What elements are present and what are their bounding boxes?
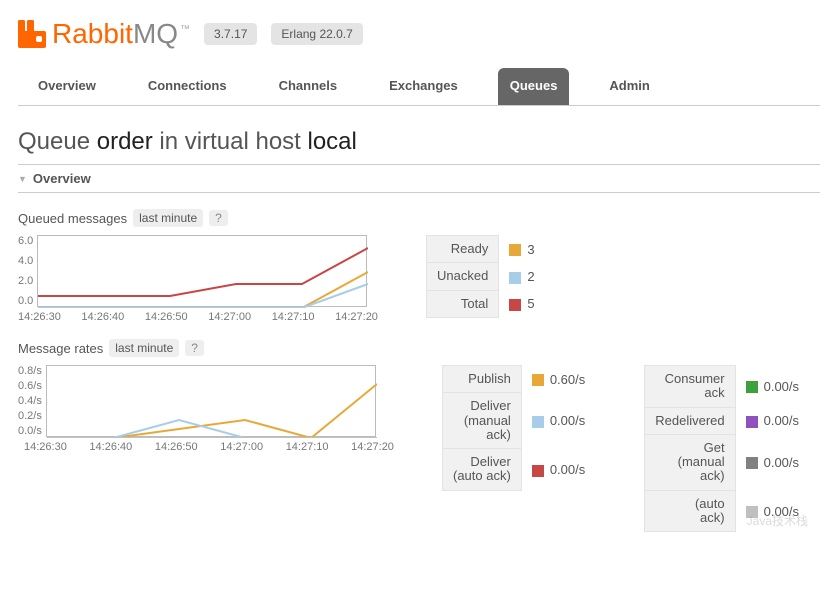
legend-get-manual-label: Get (manual ack) xyxy=(645,434,735,490)
legend-deliver-manual-label: Deliver (manual ack) xyxy=(443,393,522,449)
legend-total-value: 5 xyxy=(527,296,534,311)
section-overview-label: Overview xyxy=(33,171,91,186)
nav-tabs: Overview Connections Channels Exchanges … xyxy=(18,68,820,106)
chart-xaxis: 14:26:3014:26:4014:26:5014:27:0014:27:10… xyxy=(24,441,394,453)
queued-range[interactable]: last minute xyxy=(133,209,203,227)
legend-total-label: Total xyxy=(427,290,499,317)
legend-deliver-auto-label: Deliver (auto ack) xyxy=(443,449,522,491)
header: RabbitMQ™ 3.7.17 Erlang 22.0.7 xyxy=(18,18,820,50)
legend-unacked-value: 2 xyxy=(527,269,534,284)
page-title: Queue order in virtual host local xyxy=(18,128,820,156)
rates-legend-left: Publish 0.60/s Deliver (manual ack) 0.00… xyxy=(442,365,596,491)
chart-yaxis: 6.04.02.00.0 xyxy=(18,235,37,307)
chart-plot-area xyxy=(46,365,376,437)
swatch-publish xyxy=(532,374,544,386)
legend-get-auto-label: (auto ack) xyxy=(645,490,735,532)
legend-ready-value: 3 xyxy=(527,242,534,257)
title-queue-name: order xyxy=(97,128,153,155)
swatch-unacked xyxy=(509,272,521,284)
title-vhost: local xyxy=(308,128,357,155)
legend-get-manual-value: 0.00/s xyxy=(764,455,799,470)
legend-publish-label: Publish xyxy=(443,366,522,393)
swatch-consumer-ack xyxy=(746,381,758,393)
brand-text-a: Rabbit xyxy=(52,18,133,50)
rates-chart: 0.8/s0.6/s0.4/s0.2/s0.0/s xyxy=(18,365,394,437)
swatch-get-manual xyxy=(746,457,758,469)
swatch-get-auto xyxy=(746,506,758,518)
swatch-total xyxy=(509,299,521,311)
help-icon[interactable]: ? xyxy=(185,340,204,356)
title-mid: in virtual host xyxy=(153,128,308,155)
help-icon[interactable]: ? xyxy=(209,210,228,226)
legend-deliver-manual-value: 0.00/s xyxy=(550,413,585,428)
rates-range[interactable]: last minute xyxy=(109,339,179,357)
legend-ready-label: Ready xyxy=(427,236,499,263)
erlang-badge: Erlang 22.0.7 xyxy=(271,23,362,45)
legend-redelivered-value: 0.00/s xyxy=(764,413,799,428)
version-badge: 3.7.17 xyxy=(204,23,257,45)
swatch-redelivered xyxy=(746,416,758,428)
rates-title: Message rates xyxy=(18,341,103,356)
tab-channels[interactable]: Channels xyxy=(267,68,350,105)
swatch-deliver-auto xyxy=(532,465,544,477)
legend-publish-value: 0.60/s xyxy=(550,372,585,387)
rates-legend-right: Consumer ack 0.00/s Redelivered 0.00/s G… xyxy=(644,365,810,532)
legend-consumer-ack-label: Consumer ack xyxy=(645,366,735,408)
queued-legend: Ready 3 Unacked 2 Total 5 xyxy=(426,235,546,318)
tab-queues[interactable]: Queues xyxy=(498,68,570,105)
trademark: ™ xyxy=(180,24,190,35)
swatch-deliver-manual xyxy=(532,416,544,428)
legend-unacked-label: Unacked xyxy=(427,263,499,290)
queued-messages-header: Queued messages last minute ? xyxy=(18,209,820,227)
logo[interactable]: RabbitMQ™ xyxy=(18,18,190,50)
rabbitmq-icon xyxy=(18,20,46,48)
legend-get-auto-value: 0.00/s xyxy=(764,504,799,519)
title-pre: Queue xyxy=(18,128,97,155)
chart-yaxis: 0.8/s0.6/s0.4/s0.2/s0.0/s xyxy=(18,365,46,437)
tab-overview[interactable]: Overview xyxy=(26,68,108,105)
tab-connections[interactable]: Connections xyxy=(136,68,239,105)
legend-consumer-ack-value: 0.00/s xyxy=(764,379,799,394)
chart-plot-area xyxy=(37,235,367,307)
tab-admin[interactable]: Admin xyxy=(597,68,661,105)
message-rates-header: Message rates last minute ? xyxy=(18,339,820,357)
swatch-ready xyxy=(509,244,521,256)
chart-xaxis: 14:26:3014:26:4014:26:5014:27:0014:27:10… xyxy=(18,311,378,323)
legend-redelivered-label: Redelivered xyxy=(645,407,735,434)
queued-chart: 6.04.02.00.0 xyxy=(18,235,378,307)
legend-deliver-auto-value: 0.00/s xyxy=(550,462,585,477)
section-overview-header[interactable]: ▼ Overview xyxy=(18,164,820,193)
chevron-down-icon: ▼ xyxy=(18,174,27,184)
tab-exchanges[interactable]: Exchanges xyxy=(377,68,470,105)
brand-text-b: MQ xyxy=(133,18,178,50)
queued-title: Queued messages xyxy=(18,211,127,226)
